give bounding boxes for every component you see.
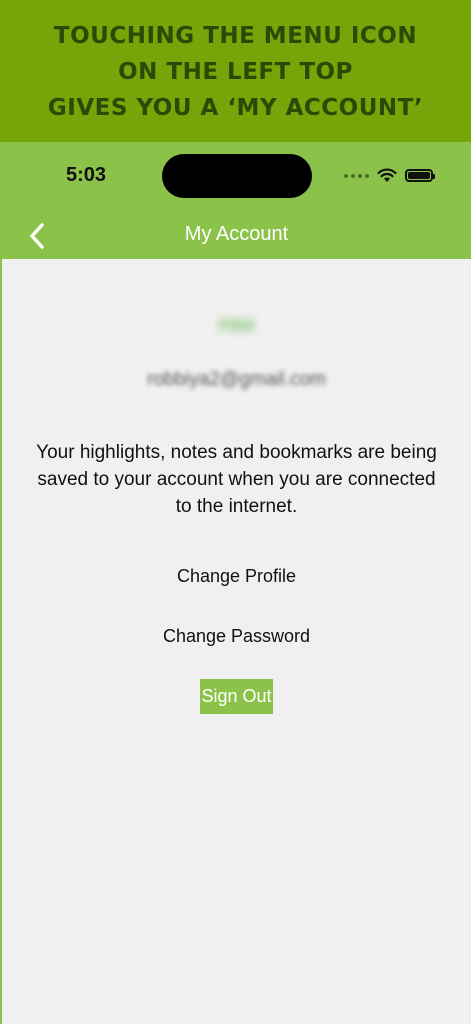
change-password-button[interactable]: Change Password xyxy=(2,625,471,648)
sign-out-button[interactable]: Sign Out xyxy=(200,679,273,714)
banner-line-3: GIVES YOU A ‘MY ACCOUNT’ xyxy=(47,95,424,121)
phone-screen: 5:03 My Account rou robbiya2@gmail.com Y… xyxy=(0,142,471,1024)
instruction-banner: TOUCHING THE MENU ICON ON THE LEFT TOP G… xyxy=(0,0,471,142)
status-time: 5:03 xyxy=(66,164,107,186)
signal-dots-icon xyxy=(344,173,369,178)
navigation-bar: My Account xyxy=(2,215,471,259)
wifi-icon xyxy=(377,168,397,183)
page-title: My Account xyxy=(184,223,289,245)
sync-message: Your highlights, notes and bookmarks are… xyxy=(36,442,437,517)
account-content: rou robbiya2@gmail.com Your highlights, … xyxy=(2,259,471,1024)
dynamic-island xyxy=(162,154,312,198)
account-email: robbiya2@gmail.com xyxy=(147,369,326,390)
screenshot-frame: TOUCHING THE MENU ICON ON THE LEFT TOP G… xyxy=(0,0,471,1024)
status-bar: 5:03 xyxy=(2,142,471,215)
banner-line-2: ON THE LEFT TOP xyxy=(118,59,353,85)
status-icons xyxy=(344,168,435,183)
change-profile-button[interactable]: Change Profile xyxy=(2,565,471,588)
sign-out-wrapper: Sign Out xyxy=(2,679,471,714)
banner-line-1: TOUCHING THE MENU ICON xyxy=(53,23,418,49)
account-username: rou xyxy=(218,311,255,336)
battery-icon xyxy=(405,169,435,182)
